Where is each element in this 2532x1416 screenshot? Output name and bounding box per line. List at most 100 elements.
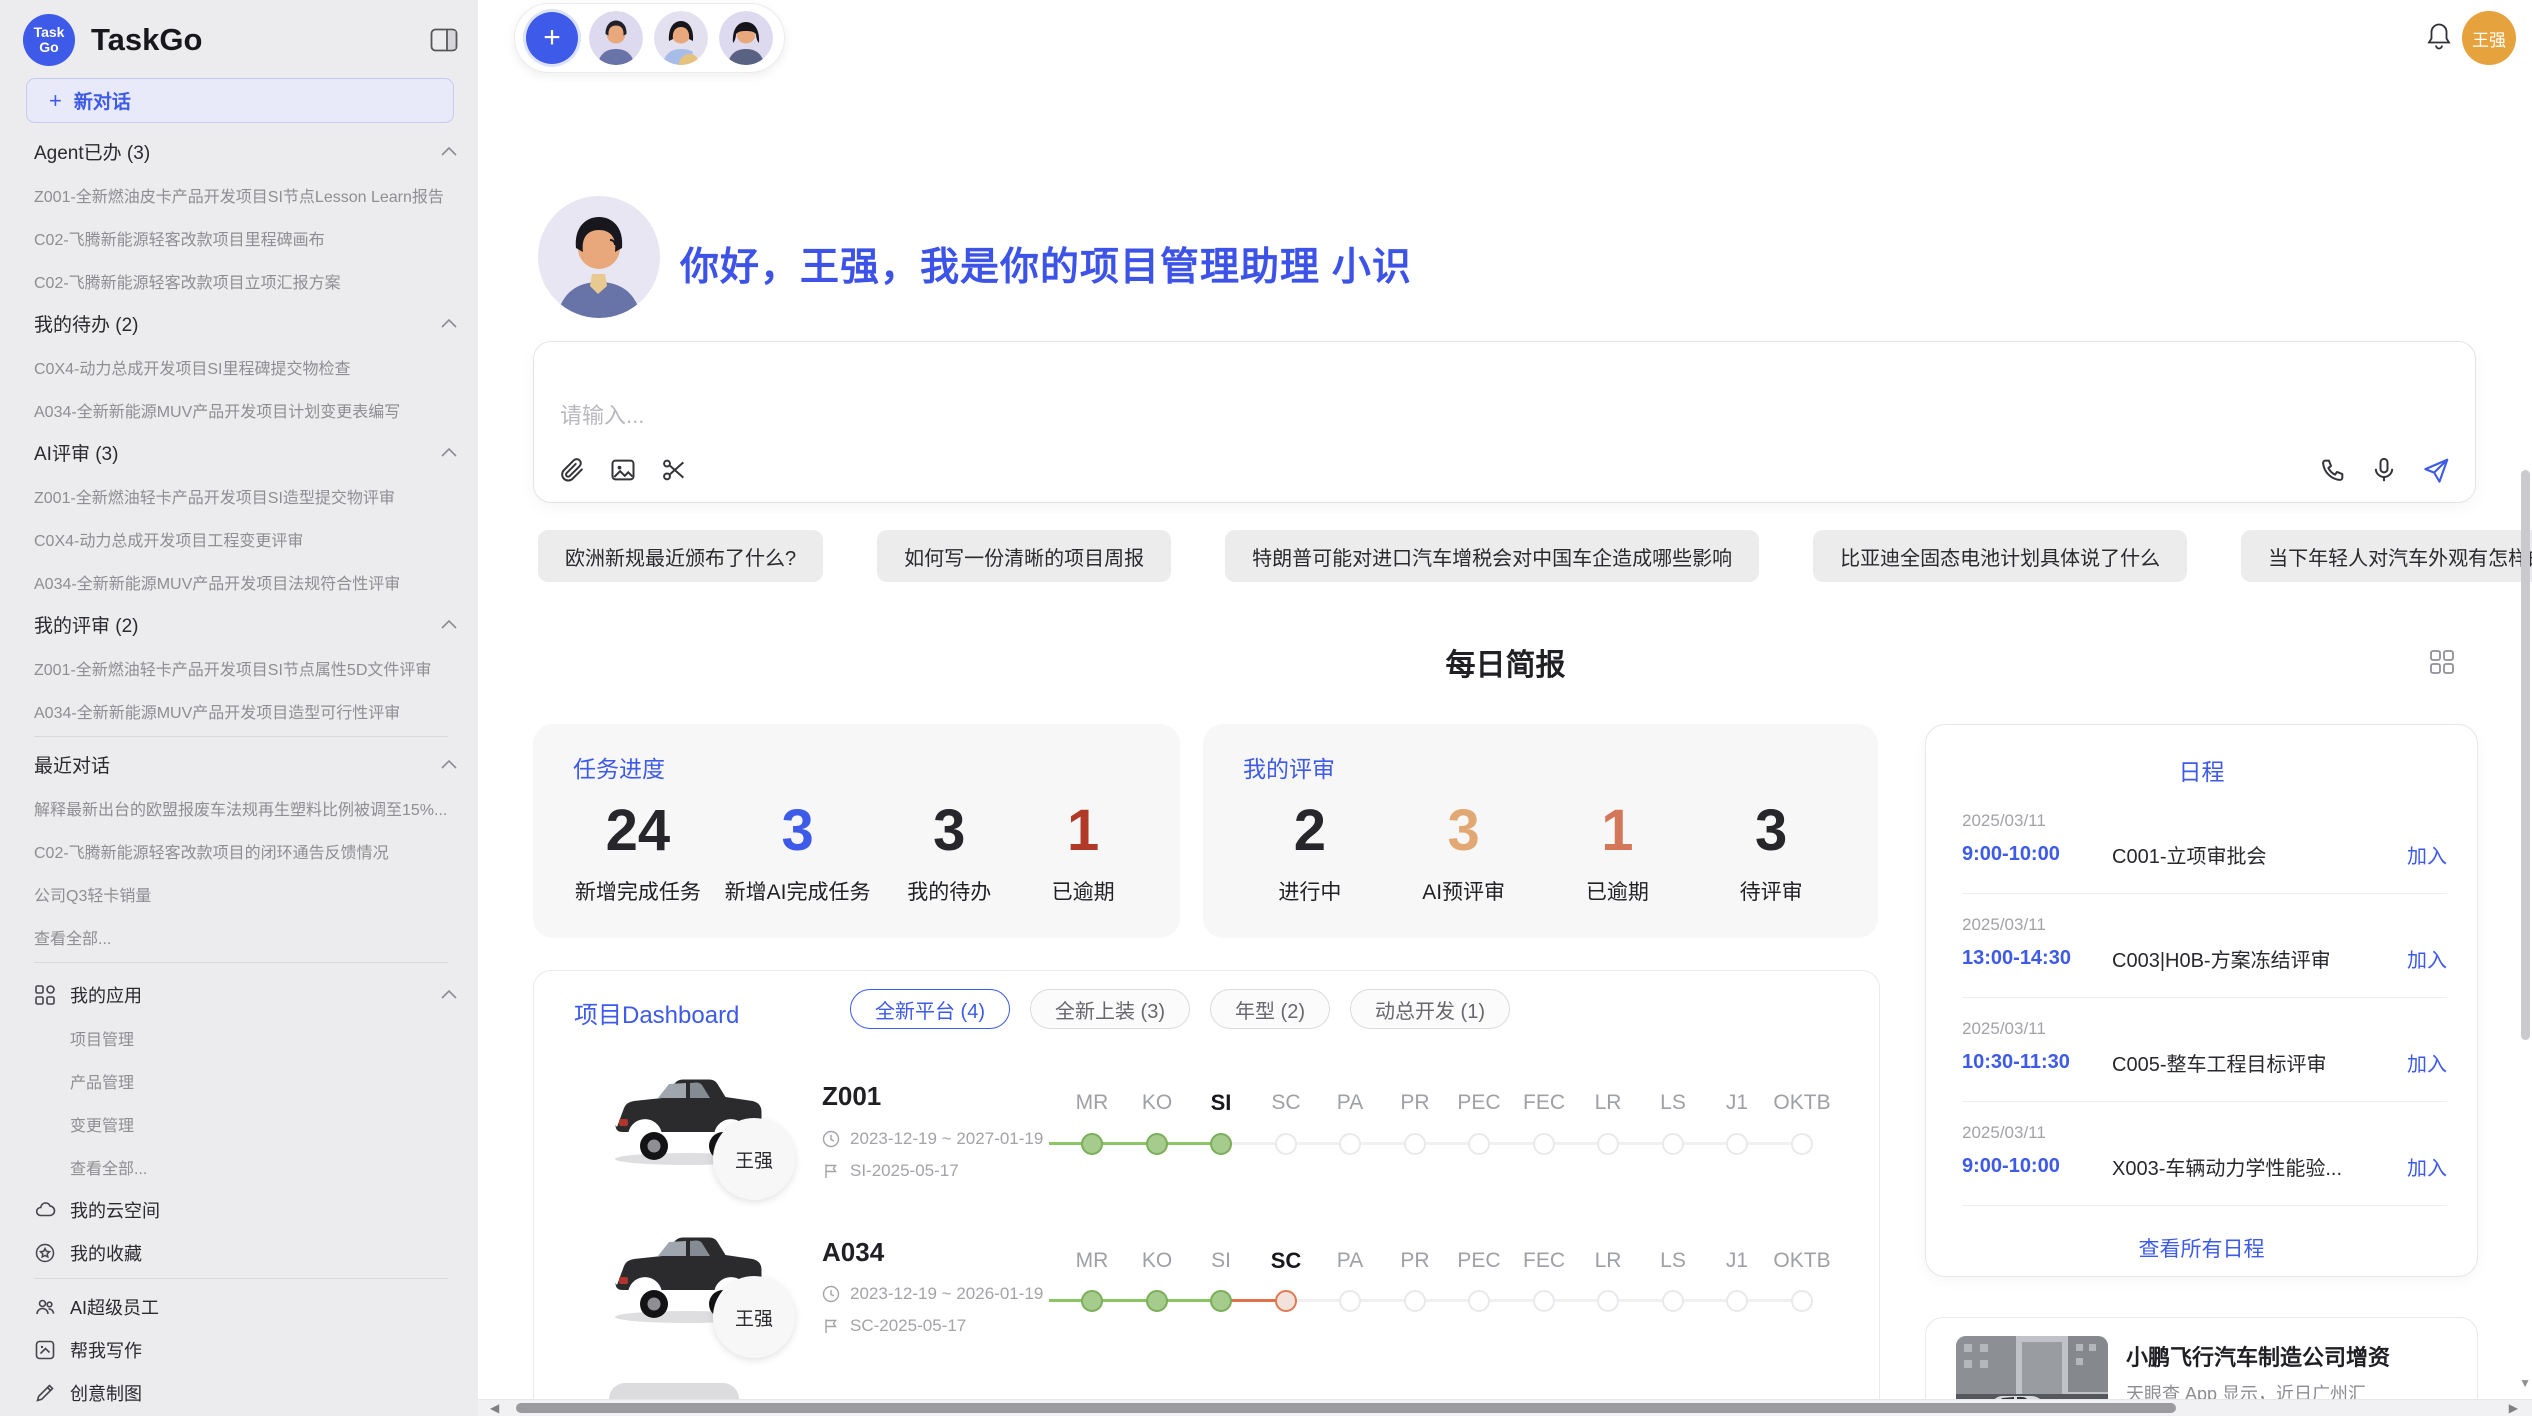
chevron-up-icon[interactable] bbox=[440, 989, 458, 1000]
chevron-up-icon[interactable] bbox=[440, 447, 458, 458]
suggestion-chip[interactable]: 如何写一份清晰的项目周报 bbox=[877, 530, 1171, 582]
scissors-icon[interactable] bbox=[660, 456, 688, 484]
milestone-dot-overdue[interactable] bbox=[1275, 1290, 1297, 1312]
avatar[interactable] bbox=[589, 11, 643, 65]
milestone-dot[interactable] bbox=[1597, 1290, 1619, 1312]
list-item[interactable]: C0X4-动力总成开发项目SI里程碑提交物检查 bbox=[34, 345, 458, 388]
milestone-dot[interactable] bbox=[1662, 1133, 1684, 1155]
milestone-dot[interactable] bbox=[1339, 1290, 1361, 1312]
milestone-dot[interactable] bbox=[1339, 1133, 1361, 1155]
add-session-button[interactable]: + bbox=[526, 12, 578, 64]
vertical-scrollbar-thumb[interactable] bbox=[2521, 470, 2530, 1040]
list-item[interactable]: A034-全新新能源MUV产品开发项目法规符合性评审 bbox=[34, 560, 458, 603]
layout-grid-icon[interactable] bbox=[2428, 648, 2456, 676]
scroll-left-arrow-icon[interactable]: ◀ bbox=[490, 1400, 499, 1416]
view-all-apps[interactable]: 查看全部... bbox=[34, 1145, 458, 1188]
join-button[interactable]: 加入 bbox=[2407, 840, 2447, 869]
sidebar-item-help-write[interactable]: 帮我写作 bbox=[34, 1328, 458, 1371]
sidebar-item-cloud-space[interactable]: 我的云空间 bbox=[34, 1188, 458, 1231]
notifications-bell-icon[interactable] bbox=[2424, 20, 2454, 52]
suggestion-chip[interactable]: 当下年轻人对汽车外观有怎样的喜好趋势 bbox=[2241, 530, 2532, 582]
sidebar-collapse-icon[interactable] bbox=[430, 28, 458, 52]
send-icon[interactable] bbox=[2421, 456, 2449, 484]
avatar[interactable] bbox=[654, 11, 708, 65]
sidebar-item-favorites[interactable]: 我的收藏 bbox=[34, 1231, 458, 1274]
milestone-dot-done[interactable] bbox=[1081, 1133, 1103, 1155]
attach-icon[interactable] bbox=[558, 456, 586, 484]
schedule-name: X003-车辆动力学性能验... bbox=[2112, 1152, 2407, 1181]
milestone-dot[interactable] bbox=[1468, 1133, 1490, 1155]
sidebar-item-my-apps[interactable]: 我的应用 bbox=[34, 973, 458, 1016]
suggestion-chip[interactable]: 特朗普可能对进口汽车增税会对中国车企造成哪些影响 bbox=[1225, 530, 1759, 582]
sidebar-item-project-mgmt[interactable]: 项目管理 bbox=[34, 1016, 458, 1059]
sidebar-item-ai-staff[interactable]: AI超级员工 bbox=[34, 1285, 458, 1328]
list-item[interactable]: C0X4-动力总成开发项目工程变更评审 bbox=[34, 517, 458, 560]
sidebar-item-product-mgmt[interactable]: 产品管理 bbox=[34, 1059, 458, 1102]
chevron-up-icon[interactable] bbox=[440, 318, 458, 329]
join-button[interactable]: 加入 bbox=[2407, 1048, 2447, 1077]
milestone-dot-done[interactable] bbox=[1210, 1290, 1232, 1312]
milestone-dot[interactable] bbox=[1533, 1133, 1555, 1155]
milestone-dot-done[interactable] bbox=[1081, 1290, 1103, 1312]
user-avatar-label: 王强 bbox=[2472, 26, 2506, 51]
milestone-dot-current[interactable] bbox=[1210, 1133, 1232, 1155]
phone-icon[interactable] bbox=[2319, 456, 2347, 484]
milestone-dot[interactable] bbox=[1275, 1133, 1297, 1155]
milestone-dot[interactable] bbox=[1404, 1133, 1426, 1155]
section-my-review[interactable]: 我的评审 (2) bbox=[34, 603, 458, 646]
join-button[interactable]: 加入 bbox=[2407, 1152, 2447, 1181]
section-ai-review[interactable]: AI评审 (3) bbox=[34, 431, 458, 474]
scroll-down-arrow-icon[interactable]: ▼ bbox=[2519, 1376, 2531, 1390]
milestone-dot[interactable] bbox=[1404, 1290, 1426, 1312]
chevron-up-icon[interactable] bbox=[440, 146, 458, 157]
milestone-dot-done[interactable] bbox=[1146, 1133, 1168, 1155]
chevron-up-icon[interactable] bbox=[440, 759, 458, 770]
section-recent-chats[interactable]: 最近对话 bbox=[34, 743, 458, 786]
list-item[interactable]: 解释最新出台的欧盟报废车法规再生塑料比例被调至15%... bbox=[34, 786, 458, 829]
list-item[interactable]: 公司Q3轻卡销量 bbox=[34, 872, 458, 915]
milestone-dot[interactable] bbox=[1468, 1290, 1490, 1312]
user-avatar[interactable]: 王强 bbox=[2462, 11, 2516, 65]
avatar[interactable] bbox=[719, 11, 773, 65]
chevron-up-icon[interactable] bbox=[440, 619, 458, 630]
milestone-dot[interactable] bbox=[1533, 1290, 1555, 1312]
list-item[interactable]: Z001-全新燃油轻卡产品开发项目SI造型提交物评审 bbox=[34, 474, 458, 517]
list-item[interactable]: C02-飞腾新能源轻客改款项目里程碑画布 bbox=[34, 216, 458, 259]
view-all-schedule-link[interactable]: 查看所有日程 bbox=[1926, 1233, 2477, 1263]
tab-new-body[interactable]: 全新上装 (3) bbox=[1030, 989, 1190, 1029]
sidebar-item-creative-draw[interactable]: 创意制图 bbox=[34, 1371, 458, 1414]
list-item[interactable]: Z001-全新燃油轻卡产品开发项目SI节点属性5D文件评审 bbox=[34, 646, 458, 689]
list-item[interactable]: A034-全新新能源MUV产品开发项目造型可行性评审 bbox=[34, 689, 458, 732]
milestone-dot[interactable] bbox=[1726, 1290, 1748, 1312]
list-item[interactable]: Z001-全新燃油皮卡产品开发项目SI节点Lesson Learn报告 bbox=[34, 173, 458, 216]
milestone-dot[interactable] bbox=[1791, 1133, 1813, 1155]
suggestion-chip[interactable]: 比亚迪全固态电池计划具体说了什么 bbox=[1813, 530, 2187, 582]
vertical-scrollbar[interactable] bbox=[2519, 0, 2532, 1400]
write-icon bbox=[34, 1339, 56, 1361]
composer[interactable]: 请输入... bbox=[533, 341, 2476, 503]
sidebar-item-change-mgmt[interactable]: 变更管理 bbox=[34, 1102, 458, 1145]
join-button[interactable]: 加入 bbox=[2407, 944, 2447, 973]
suggestion-chip[interactable]: 欧洲新规最近颁布了什么? bbox=[538, 530, 823, 582]
section-my-todo[interactable]: 我的待办 (2) bbox=[34, 302, 458, 345]
milestone-dot[interactable] bbox=[1791, 1290, 1813, 1312]
list-item[interactable]: A034-全新新能源MUV产品开发项目计划变更表编写 bbox=[34, 388, 458, 431]
milestone-dot-done[interactable] bbox=[1146, 1290, 1168, 1312]
list-item[interactable]: C02-飞腾新能源轻客改款项目立项汇报方案 bbox=[34, 259, 458, 302]
milestone-dot[interactable] bbox=[1597, 1133, 1619, 1155]
scroll-right-arrow-icon[interactable]: ▶ bbox=[2509, 1400, 2518, 1416]
milestone-dot[interactable] bbox=[1726, 1133, 1748, 1155]
tab-new-platform[interactable]: 全新平台 (4) bbox=[850, 989, 1010, 1029]
tab-year-model[interactable]: 年型 (2) bbox=[1210, 989, 1330, 1029]
mic-icon[interactable] bbox=[2370, 456, 2398, 484]
image-icon[interactable] bbox=[609, 456, 637, 484]
horizontal-scrollbar[interactable]: ◀ ▶ bbox=[478, 1399, 2532, 1416]
view-all-chats[interactable]: 查看全部... bbox=[34, 915, 458, 958]
section-agent-done[interactable]: Agent已办 (3) bbox=[34, 130, 458, 173]
dashboard-title: 项目Dashboard bbox=[574, 995, 739, 1030]
milestone-dot[interactable] bbox=[1662, 1290, 1684, 1312]
new-chat-button[interactable]: + 新对话 bbox=[26, 78, 454, 123]
list-item[interactable]: C02-飞腾新能源轻客改款项目的闭环通告反馈情况 bbox=[34, 829, 458, 872]
horizontal-scrollbar-thumb[interactable] bbox=[516, 1403, 2176, 1413]
tab-powertrain[interactable]: 动总开发 (1) bbox=[1350, 989, 1510, 1029]
